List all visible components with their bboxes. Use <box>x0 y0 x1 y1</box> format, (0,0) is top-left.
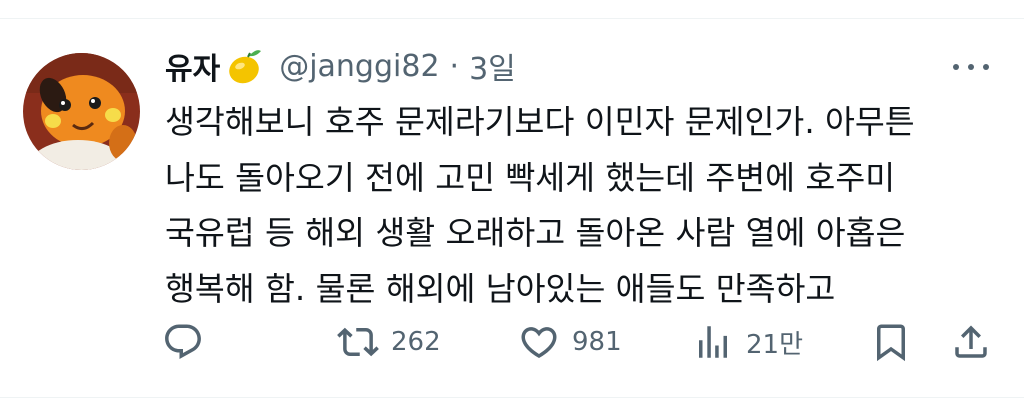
author-name[interactable]: 유자 <box>165 44 220 88</box>
tweet-text-line: 생각해보니 호주 문제라기보다 이민자 문제인가. 아무튼 <box>165 103 915 141</box>
bookmark-button[interactable] <box>870 318 912 366</box>
timestamp[interactable]: 3일 <box>469 44 516 88</box>
views-count: 21만 <box>746 329 804 360</box>
tweet-text-line: 국유럽 등 해외 생활 오래하고 돌아온 사람 열에 아홉은 <box>165 214 906 252</box>
speech-bubble-icon <box>165 324 201 359</box>
like-button[interactable]: 981 <box>518 318 622 366</box>
more-options-button[interactable] <box>953 52 989 82</box>
share-button[interactable] <box>950 318 992 366</box>
more-dot-icon <box>983 64 989 70</box>
reply-button[interactable] <box>162 318 204 366</box>
avatar-image <box>23 53 140 170</box>
views-button[interactable]: 21만 <box>692 318 803 366</box>
separator-dot: · <box>449 48 460 84</box>
like-count: 981 <box>572 327 622 357</box>
retweet-icon <box>337 327 379 357</box>
bottom-divider <box>0 397 1024 398</box>
heart-icon <box>521 327 557 359</box>
tweet-text-line: 나도 돌아오기 전에 고민 빡세게 했는데 주변에 호주미 <box>165 158 896 197</box>
author-handle[interactable]: @janggi82 <box>279 49 439 84</box>
tweet-text: 생각해보니 호주 문제라기보다 이민자 문제인가. 아무튼 나도 돌아오기 전에… <box>165 95 1005 317</box>
avatar[interactable] <box>23 53 140 170</box>
tweet-text-line: 행복해 함. 물론 해외에 남아있는 애들도 만족하고 <box>165 269 836 308</box>
more-dot-icon <box>953 64 959 70</box>
views-chart-icon <box>699 326 727 358</box>
tweet-header: 유자 @janggi82 · 3일 <box>165 40 1005 92</box>
retweet-count: 262 <box>391 327 441 357</box>
action-bar: 262 981 21만 <box>162 318 1007 368</box>
lemon-icon <box>229 50 262 84</box>
bookmark-icon <box>877 324 905 362</box>
retweet-button[interactable]: 262 <box>337 318 441 366</box>
share-icon <box>955 325 987 358</box>
top-divider <box>0 18 1024 19</box>
tweet[interactable]: 유자 @janggi82 · 3일 생각해보니 호주 문제라기보다 이민자 문제… <box>165 40 1005 317</box>
more-dot-icon <box>968 64 974 70</box>
